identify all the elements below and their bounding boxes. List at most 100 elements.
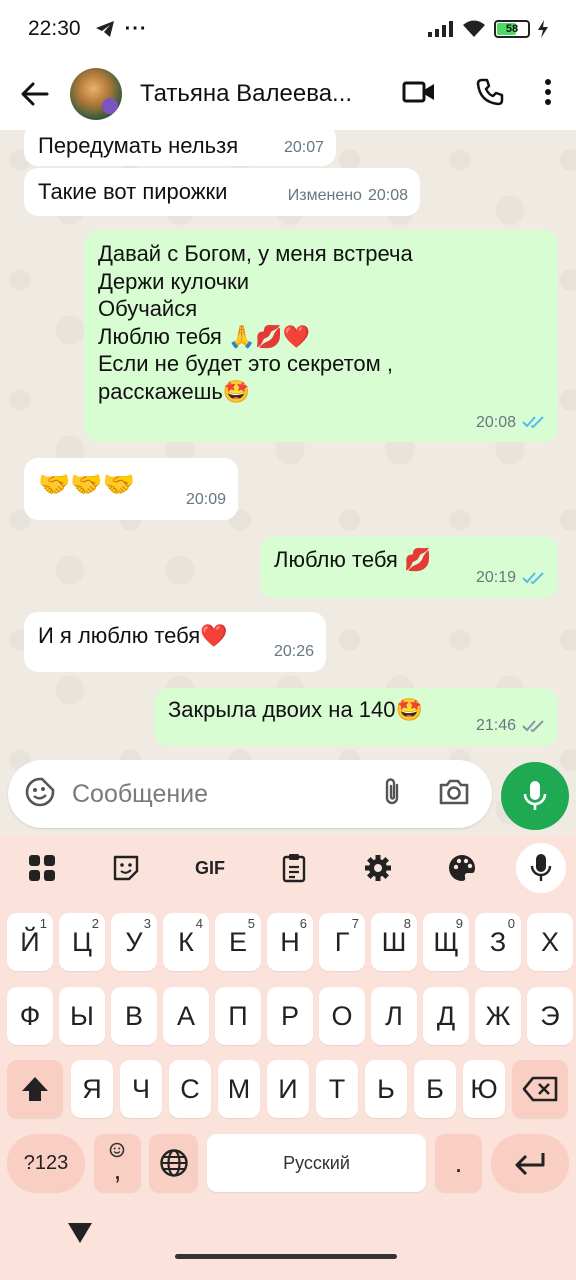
letter-key[interactable]: И	[267, 1060, 309, 1118]
message-incoming[interactable]: Передумать нельзя 20:07	[24, 130, 336, 166]
enter-key[interactable]	[491, 1134, 569, 1192]
shift-icon	[22, 1077, 48, 1101]
letter-key[interactable]: Д	[423, 987, 469, 1045]
letter-key[interactable]: Э	[527, 987, 573, 1045]
letter-key[interactable]: Я	[71, 1060, 113, 1118]
letter-key[interactable]: Ф	[7, 987, 53, 1045]
letter-key[interactable]: Щ9	[423, 913, 469, 971]
space-key[interactable]: Русский	[207, 1134, 426, 1192]
sticker-icon	[25, 777, 55, 806]
letter-key[interactable]: О	[319, 987, 365, 1045]
backspace-key[interactable]	[512, 1060, 568, 1118]
back-button[interactable]	[0, 82, 70, 106]
letter-key[interactable]: Ю	[463, 1060, 505, 1118]
letter-key[interactable]: Ц2	[59, 913, 105, 971]
voice-call-button[interactable]	[476, 78, 504, 111]
theme-button[interactable]	[420, 853, 504, 883]
message-line: Держи кулочки	[98, 268, 250, 294]
attach-button[interactable]	[382, 776, 402, 813]
message-text: Такие вот пирожки	[38, 179, 228, 204]
language-key[interactable]	[149, 1134, 198, 1192]
contact-name[interactable]: Татьяна Валеева...	[140, 80, 365, 108]
letter-key[interactable]: Й1	[7, 913, 53, 971]
letter-key[interactable]: Т	[316, 1060, 358, 1118]
letter-key[interactable]: Ы	[59, 987, 105, 1045]
comma-key[interactable]: ,	[94, 1134, 141, 1192]
key-number-hint: 4	[195, 916, 203, 931]
video-call-button[interactable]	[402, 80, 436, 109]
key-number-hint: 6	[299, 916, 307, 931]
letter-key[interactable]: К4	[163, 913, 209, 971]
key-label: Я	[82, 1073, 102, 1104]
chat-area[interactable]: Передумать нельзя 20:07 Такие вот пирожк…	[0, 130, 576, 835]
letter-key[interactable]: Р	[267, 987, 313, 1045]
letter-key[interactable]: М	[218, 1060, 260, 1118]
letter-key[interactable]: Б	[414, 1060, 456, 1118]
sticker-icon	[113, 855, 139, 881]
settings-button[interactable]	[336, 854, 420, 882]
gif-button[interactable]: GIF	[168, 858, 252, 879]
more-options-button[interactable]	[544, 78, 552, 110]
message-composer[interactable]: Сообщение	[8, 760, 492, 828]
enter-icon	[515, 1153, 545, 1175]
message-outgoing[interactable]: Закрыла двоих на 140🤩 21:46	[154, 688, 558, 746]
voice-record-button[interactable]	[501, 762, 569, 830]
letter-key[interactable]: З0	[475, 913, 521, 971]
letter-key[interactable]: У3	[111, 913, 157, 971]
camera-button[interactable]	[438, 778, 470, 811]
phone-icon	[476, 78, 504, 105]
message-line: Люблю тебя 🙏💋❤️	[98, 323, 311, 349]
message-time: 20:08	[475, 413, 516, 431]
message-incoming[interactable]: Такие вот пирожки Изменено 20:08	[24, 168, 420, 216]
clipboard-button[interactable]	[252, 853, 336, 883]
letter-key[interactable]: Г7	[319, 913, 365, 971]
letter-key[interactable]: Е5	[215, 913, 261, 971]
sticker-button[interactable]	[24, 776, 56, 813]
paperclip-icon	[385, 777, 399, 804]
key-label: А	[176, 1000, 195, 1031]
message-text: 🤝🤝🤝	[38, 469, 136, 499]
message-incoming[interactable]: И я люблю тебя❤️ 20:26	[24, 612, 326, 672]
message-text: Закрыла двоих на 140🤩	[168, 697, 423, 722]
voice-typing-button[interactable]	[516, 843, 566, 893]
message-outgoing[interactable]: Давай с Богом, у меня встреча Держи куло…	[84, 230, 558, 442]
key-number-hint: 9	[455, 916, 463, 931]
shift-key[interactable]	[7, 1060, 63, 1118]
message-time: 21:46	[475, 717, 516, 734]
key-label: М	[227, 1073, 251, 1104]
letter-key[interactable]: В	[111, 987, 157, 1045]
edited-label: Изменено	[287, 187, 362, 204]
letter-key[interactable]: Х	[527, 913, 573, 971]
key-label: Е	[228, 926, 247, 957]
home-indicator[interactable]	[175, 1254, 397, 1259]
avatar[interactable]	[70, 68, 122, 120]
key-label: Ь	[377, 1073, 395, 1104]
period-key[interactable]: .	[435, 1134, 482, 1192]
hide-keyboard-button[interactable]	[67, 1222, 93, 1249]
letter-key[interactable]: Ш8	[371, 913, 417, 971]
key-label: Ц	[72, 926, 92, 957]
letter-key[interactable]: А	[163, 987, 209, 1045]
letter-key[interactable]: Ж	[475, 987, 521, 1045]
message-input[interactable]: Сообщение	[72, 780, 382, 809]
key-number-hint: 1	[39, 916, 47, 931]
sticker-keyboard-button[interactable]	[84, 854, 168, 882]
gear-icon	[365, 855, 391, 881]
letter-key[interactable]: П	[215, 987, 261, 1045]
key-number-hint: 3	[143, 916, 151, 931]
message-text: Передумать нельзя	[38, 133, 239, 158]
letter-key[interactable]: С	[169, 1060, 211, 1118]
grid-icon	[29, 855, 55, 881]
letter-key[interactable]: Ч	[120, 1060, 162, 1118]
charging-icon	[538, 20, 548, 38]
double-check-read-icon	[522, 416, 544, 429]
letter-key[interactable]: Ь	[365, 1060, 407, 1118]
message-outgoing[interactable]: Люблю тебя 💋 20:19	[260, 536, 558, 598]
letter-key[interactable]: Л	[371, 987, 417, 1045]
letter-key[interactable]: Н6	[267, 913, 313, 971]
key-label: В	[124, 1000, 143, 1031]
apps-grid-button[interactable]	[0, 854, 84, 882]
numbers-key[interactable]: ?123	[7, 1134, 85, 1192]
emoji-icon	[109, 1142, 125, 1158]
message-incoming[interactable]: 🤝🤝🤝 20:09	[24, 458, 238, 520]
